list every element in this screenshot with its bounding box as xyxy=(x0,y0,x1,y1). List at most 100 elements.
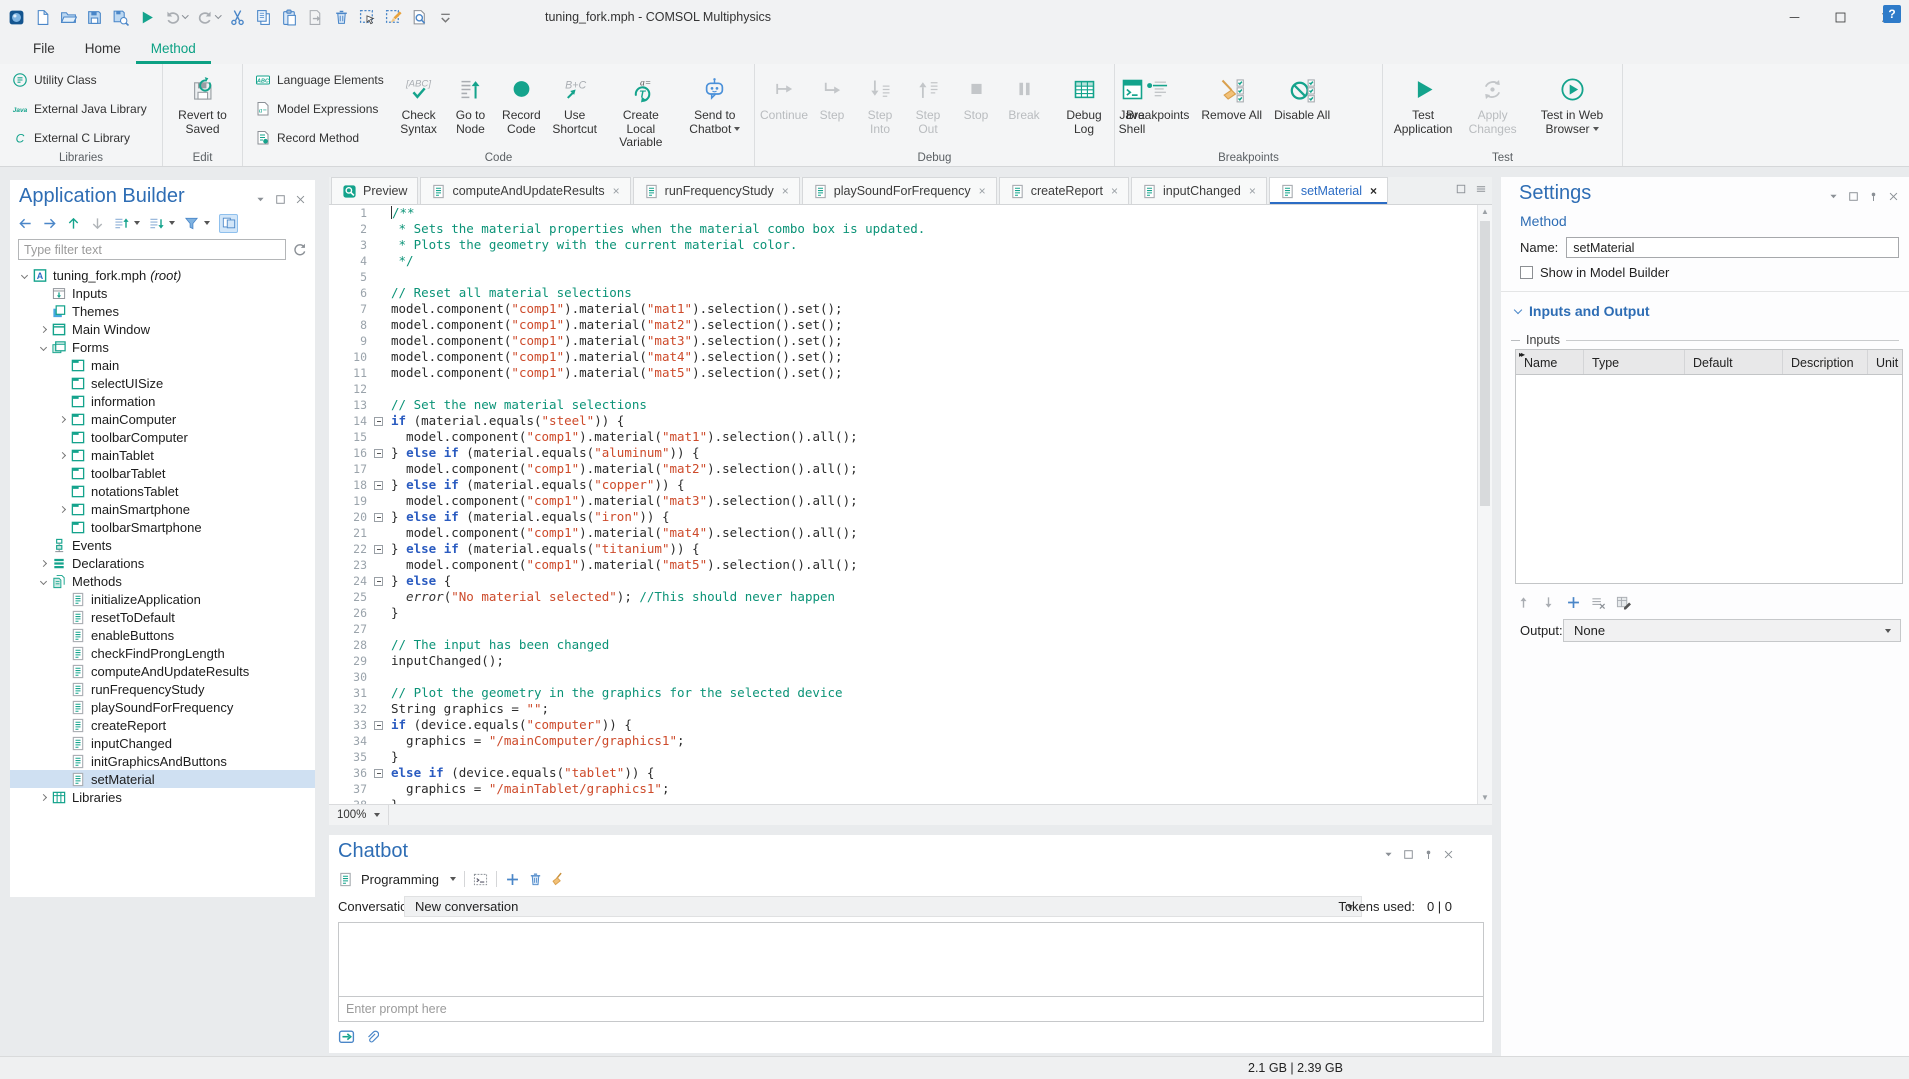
test-in-web-browser-button[interactable]: Test in Web Browser xyxy=(1529,69,1615,138)
editor-tab-runfrequencystudy[interactable]: runFrequencyStudy× xyxy=(633,177,800,204)
menu-method[interactable]: Method xyxy=(136,34,211,64)
external-c-library-button[interactable]: CExternal C Library xyxy=(9,129,150,147)
panel-float-icon[interactable] xyxy=(1403,849,1414,860)
tree-item-checkfindpronglength[interactable]: checkFindProngLength xyxy=(10,644,315,662)
go-to-node-button[interactable]: Go to Node xyxy=(448,69,492,138)
tab-close-icon[interactable]: × xyxy=(979,184,986,198)
delete-input-icon[interactable] xyxy=(1591,595,1606,610)
expand-icon[interactable] xyxy=(35,561,51,566)
panel-close-icon[interactable] xyxy=(1443,849,1454,860)
menu-home[interactable]: Home xyxy=(70,34,136,64)
column-header-description[interactable]: Description xyxy=(1783,350,1868,374)
fold-toggle-icon[interactable] xyxy=(374,449,383,458)
tree-item-selectuisize[interactable]: selectUISize xyxy=(10,374,315,392)
panel-float-icon[interactable] xyxy=(1848,191,1859,202)
attach-icon[interactable] xyxy=(365,1029,379,1045)
tree-item-runfrequencystudy[interactable]: runFrequencyStudy xyxy=(10,680,315,698)
open-folder-button[interactable] xyxy=(60,9,77,26)
expand-icon[interactable] xyxy=(35,795,51,800)
collapse-control[interactable] xyxy=(114,216,140,231)
panel-menu-icon[interactable] xyxy=(1828,191,1839,202)
edit-table-icon[interactable] xyxy=(1616,595,1631,610)
restore-pane-icon[interactable] xyxy=(1455,183,1467,195)
test-application-button[interactable]: Test Application xyxy=(1390,69,1456,138)
tab-close-icon[interactable]: × xyxy=(1249,184,1256,198)
tree-item-toolbarsmartphone[interactable]: toolbarSmartphone xyxy=(10,518,315,536)
tree-item-events[interactable]: Events xyxy=(10,536,315,554)
collapse-icon[interactable] xyxy=(16,273,32,278)
disable-all-button[interactable]: Disable All xyxy=(1270,69,1334,125)
collapse-icon[interactable] xyxy=(35,345,51,350)
expand-control[interactable] xyxy=(149,216,175,231)
menu-file[interactable]: File xyxy=(18,34,70,64)
tree-item-methods[interactable]: Methods xyxy=(10,572,315,590)
tree-item-themes[interactable]: Themes xyxy=(10,302,315,320)
tab-close-icon[interactable]: × xyxy=(782,184,789,198)
tree-item-resettodefault[interactable]: resetToDefault xyxy=(10,608,315,626)
editor-tab-inputchanged[interactable]: inputChanged× xyxy=(1131,177,1267,204)
name-input[interactable] xyxy=(1566,237,1899,258)
filter-input[interactable] xyxy=(18,239,286,260)
tab-close-icon[interactable]: × xyxy=(613,184,620,198)
new-file-button[interactable] xyxy=(34,9,51,26)
tree-item-information[interactable]: information xyxy=(10,392,315,410)
select-frame-button[interactable] xyxy=(359,9,376,26)
tab-close-icon[interactable]: × xyxy=(1111,184,1118,198)
find-button[interactable] xyxy=(411,9,428,26)
paste-button[interactable] xyxy=(281,9,298,26)
expand-icon[interactable] xyxy=(35,327,51,332)
help-button[interactable]: ? xyxy=(1883,5,1901,23)
clear-selection-button[interactable] xyxy=(385,9,402,26)
cut-button[interactable] xyxy=(229,9,246,26)
copy-button[interactable] xyxy=(255,9,272,26)
tree-item-tuning-fork-mph[interactable]: Atuning_fork.mph(root) xyxy=(10,266,315,284)
code-area[interactable]: 1/**2 * Sets the material properties whe… xyxy=(329,205,1477,804)
fold-toggle-icon[interactable] xyxy=(374,721,383,730)
tree-item-forms[interactable]: Forms xyxy=(10,338,315,356)
prompt-input[interactable] xyxy=(339,1002,1483,1016)
move-down-icon[interactable] xyxy=(90,216,105,231)
forward-button[interactable] xyxy=(307,9,324,26)
panel-close-icon[interactable] xyxy=(295,194,306,205)
tree-item-libraries[interactable]: Libraries xyxy=(10,788,315,806)
editor-tab-playsoundforfrequency[interactable]: playSoundForFrequency× xyxy=(802,177,997,204)
delete-conversation-icon[interactable] xyxy=(528,872,543,887)
tab-list-icon[interactable] xyxy=(1475,183,1487,195)
maximize-button[interactable] xyxy=(1817,0,1863,34)
tree-item-maincomputer[interactable]: mainComputer xyxy=(10,410,315,428)
chat-history-area[interactable] xyxy=(338,922,1484,997)
panel-menu-icon[interactable] xyxy=(255,194,266,205)
expand-icon[interactable] xyxy=(54,507,70,512)
back-icon[interactable] xyxy=(18,216,33,231)
scrollbar-thumb[interactable] xyxy=(1480,221,1490,506)
editor-tab-computeandupdateresults[interactable]: computeAndUpdateResults× xyxy=(420,177,630,204)
editor-tab-preview[interactable]: Preview xyxy=(331,177,418,204)
inputs-table-body[interactable] xyxy=(1515,375,1903,584)
column-header-type[interactable]: Type xyxy=(1584,350,1685,374)
record-code-button[interactable]: Record Code xyxy=(497,69,547,138)
save-button[interactable] xyxy=(86,9,103,26)
tree-item-mainsmartphone[interactable]: mainSmartphone xyxy=(10,500,315,518)
external-java-library-button[interactable]: JavaExternal Java Library xyxy=(9,100,150,118)
move-down-icon[interactable] xyxy=(1541,595,1556,610)
tree-item-inputchanged[interactable]: inputChanged xyxy=(10,734,315,752)
fold-toggle-icon[interactable] xyxy=(374,417,383,426)
mode-dropdown[interactable]: Programming xyxy=(361,872,439,887)
panel-close-icon[interactable] xyxy=(1888,191,1899,202)
forward-icon[interactable] xyxy=(42,216,57,231)
tree-item-computeandupdateresults[interactable]: computeAndUpdateResults xyxy=(10,662,315,680)
panel-menu-icon[interactable] xyxy=(1383,849,1394,860)
show-in-model-builder-checkbox[interactable] xyxy=(1520,266,1533,279)
tree-item-setmaterial[interactable]: setMaterial xyxy=(10,770,315,788)
inputs-and-output-section-header[interactable]: Inputs and Output xyxy=(1515,303,1650,319)
model-expressions-button[interactable]: a=Model Expressions xyxy=(252,100,387,118)
new-conversation-icon[interactable] xyxy=(505,872,520,887)
console-icon[interactable] xyxy=(473,872,488,887)
tree-item-notationstablet[interactable]: notationsTablet xyxy=(10,482,315,500)
tree-item-main-window[interactable]: Main Window xyxy=(10,320,315,338)
filter-control[interactable] xyxy=(184,216,210,231)
language-elements-button[interactable]: ABCLanguage Elements xyxy=(252,71,387,89)
move-up-icon[interactable] xyxy=(66,216,81,231)
more-button[interactable] xyxy=(437,9,454,26)
tree-item-inputs[interactable]: Inputs xyxy=(10,284,315,302)
